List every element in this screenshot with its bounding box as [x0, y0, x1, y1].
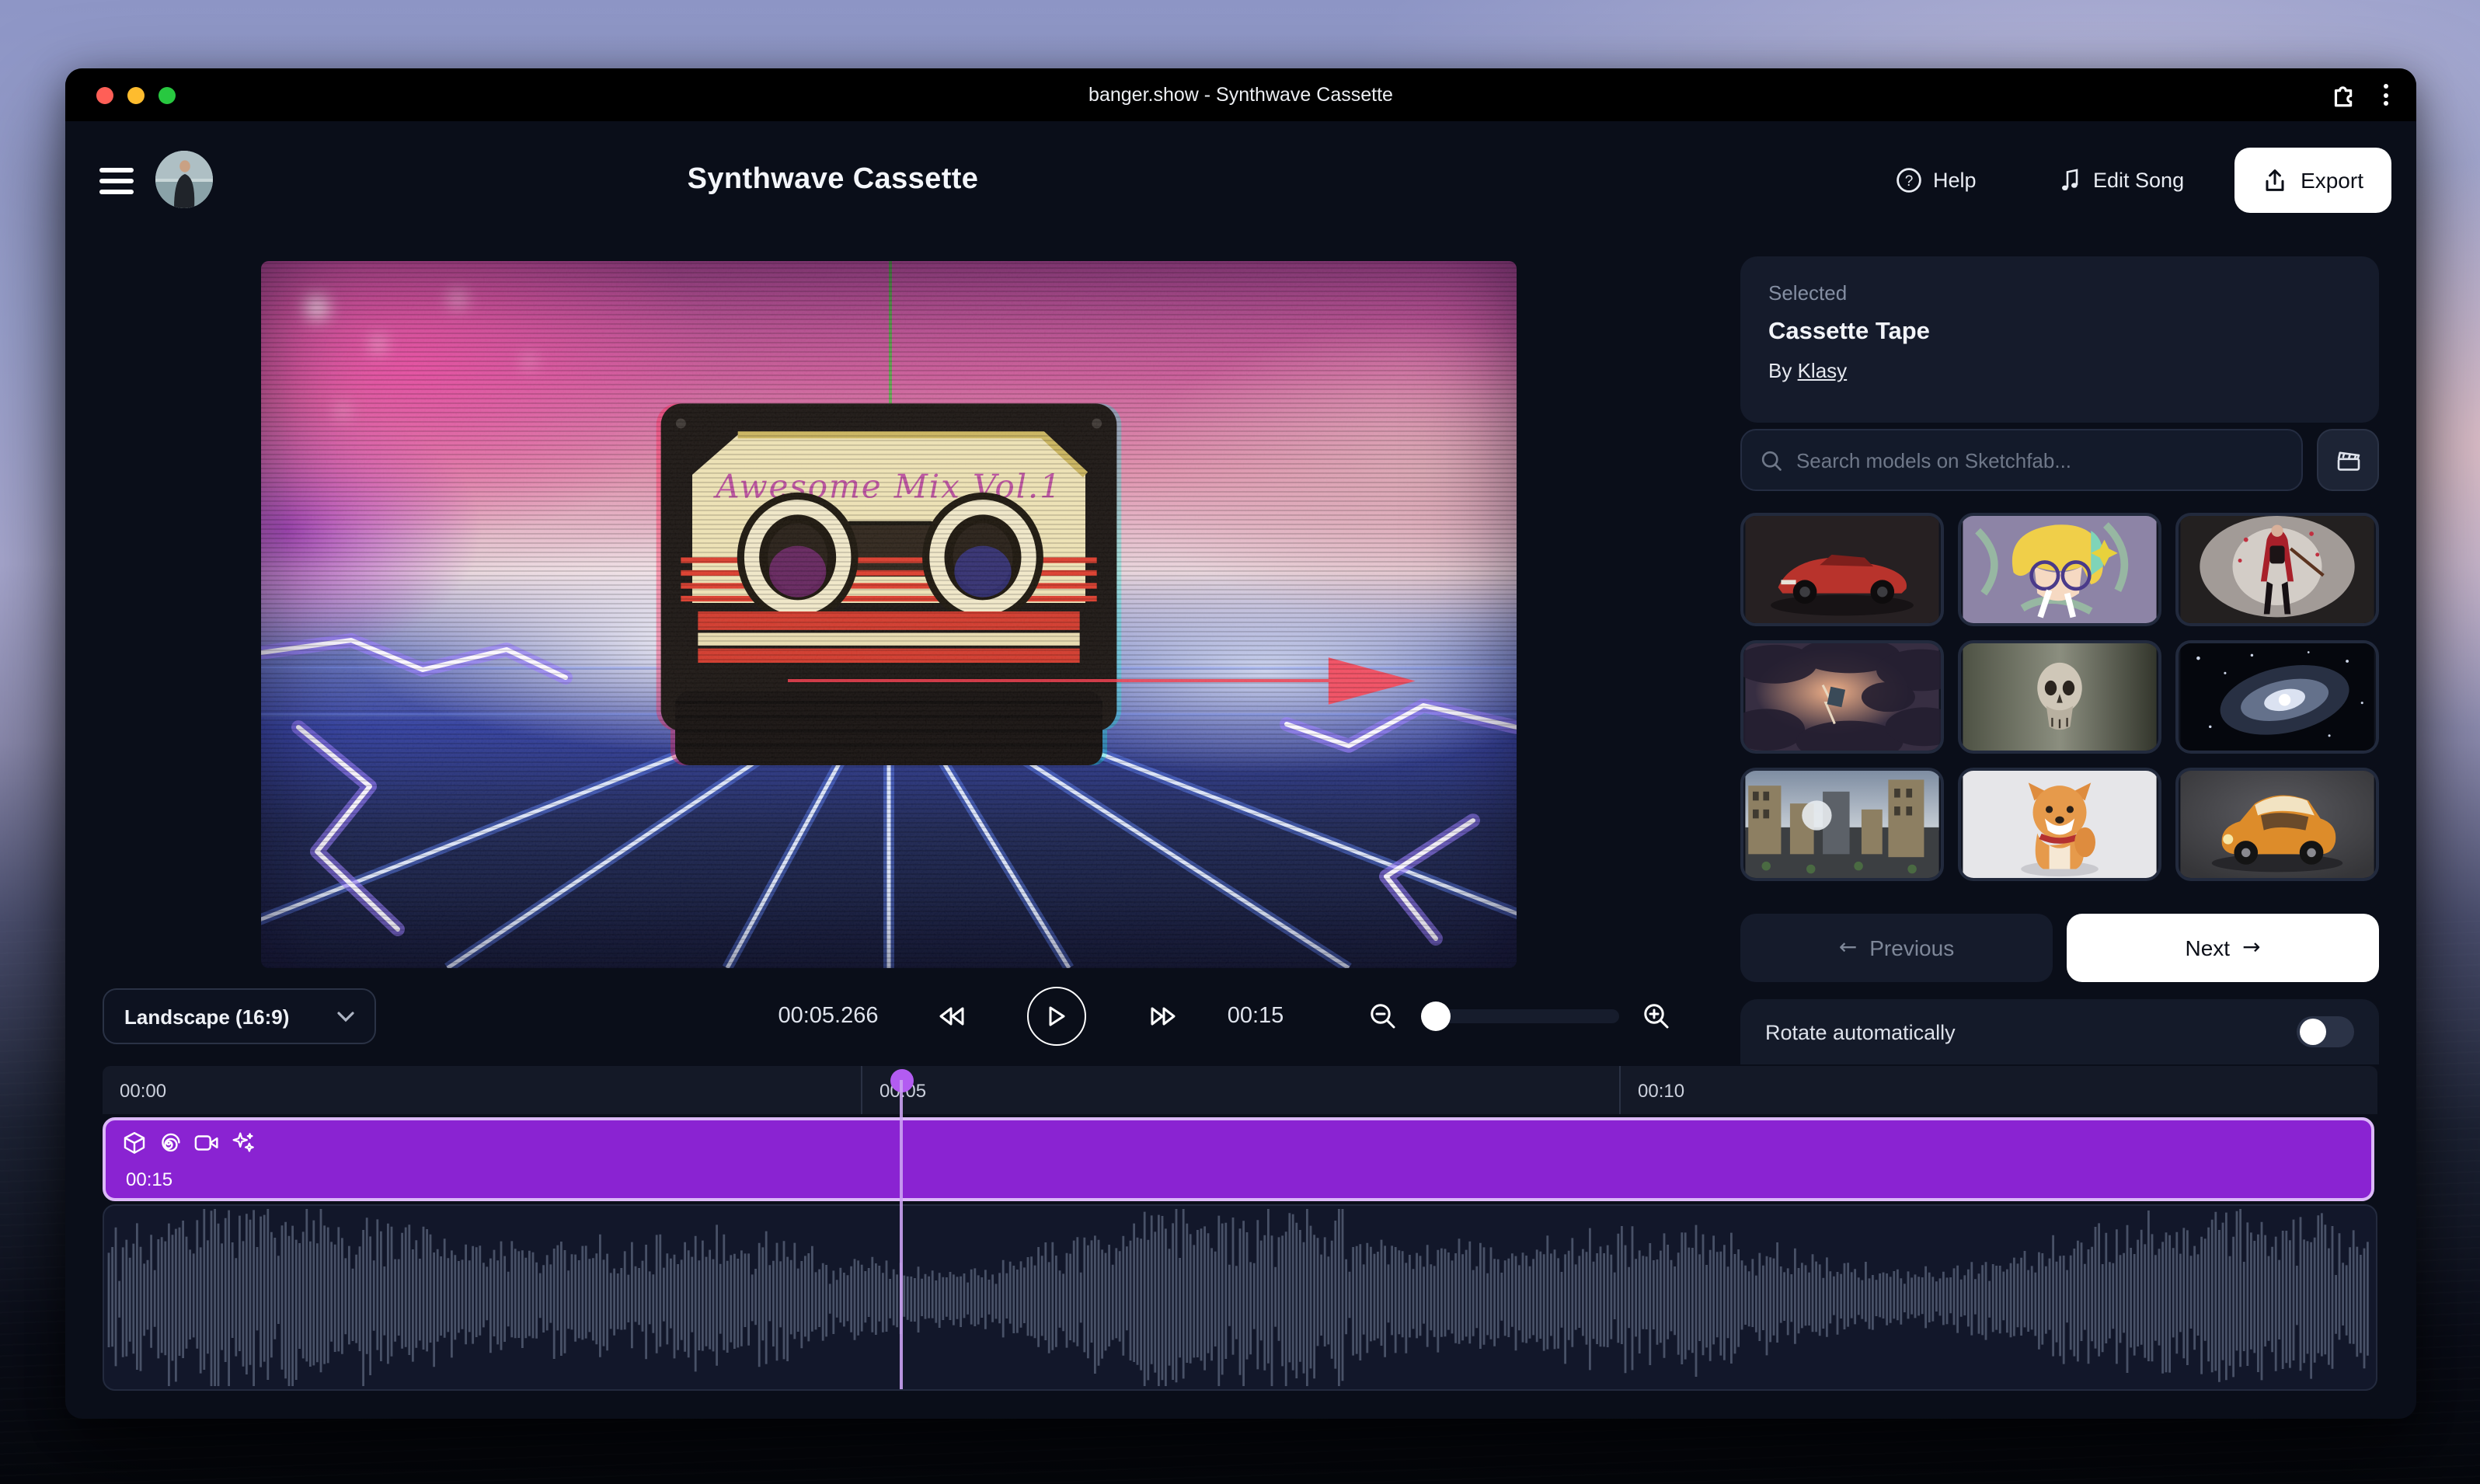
rewind-icon	[936, 1005, 966, 1028]
zoom-out-icon	[1369, 1002, 1397, 1030]
zoom-in-icon	[1642, 1002, 1670, 1030]
close-window-button[interactable]	[96, 86, 113, 103]
ruler-tick: 00:05	[861, 1066, 1619, 1114]
minimize-window-button[interactable]	[127, 86, 145, 103]
rotate-automatically-label: Rotate automatically	[1765, 1020, 1956, 1043]
svg-text:?: ?	[1905, 173, 1914, 190]
thumbnail-storm-clouds[interactable]	[1740, 640, 1944, 754]
thumbnail-orange-vintage-car[interactable]	[2175, 768, 2379, 881]
model-search-box[interactable]	[1740, 429, 2303, 491]
total-duration: 00:15	[1228, 1004, 1284, 1029]
playhead-line	[900, 1080, 903, 1389]
video-camera-icon	[194, 1133, 219, 1153]
player-controls: Landscape (16:9) 00:05.266 00:15	[103, 988, 1697, 1044]
hamburger-menu-icon[interactable]	[99, 168, 134, 194]
rotate-setting-card: Rotate automatically	[1740, 999, 2379, 1064]
project-title: Synthwave Cassette	[688, 163, 979, 197]
model-thumbnail-grid	[1740, 513, 2379, 881]
model-clip[interactable]: 00:15	[103, 1117, 2374, 1201]
cube-icon	[123, 1131, 146, 1155]
clapperboard-button[interactable]	[2317, 429, 2379, 491]
thumbnail-red-sports-car[interactable]	[1740, 513, 1944, 626]
ruler-tick: 00:10	[1619, 1066, 2377, 1114]
extensions-icon[interactable]	[2329, 82, 2356, 108]
video-preview[interactable]: Awesome Mix Vol.1	[261, 261, 1517, 968]
thumbnail-red-cloak-character[interactable]	[2175, 513, 2379, 626]
timeline-ruler[interactable]: 00:00 00:05 00:10	[103, 1066, 2377, 1114]
model-panel: Selected Cassette Tape By Klasy	[1740, 256, 2379, 1064]
sparkles-icon	[232, 1131, 255, 1155]
edit-song-button[interactable]: Edit Song	[2059, 167, 2184, 193]
vignette-overlay	[261, 261, 1517, 968]
play-icon	[1047, 1005, 1066, 1027]
model-author-line: By Klasy	[1768, 359, 2351, 382]
fast-forward-button[interactable]	[1143, 998, 1185, 1034]
aspect-ratio-select[interactable]: Landscape (16:9)	[103, 988, 376, 1044]
zoom-window-button[interactable]	[158, 86, 176, 103]
clapperboard-icon	[2335, 447, 2361, 473]
window-title: banger.show - Synthwave Cassette	[1088, 84, 1393, 106]
ruler-tick: 00:00	[103, 1066, 861, 1114]
spiral-icon	[158, 1131, 182, 1155]
timeline: 00:00 00:05 00:10 00:15	[103, 1066, 2377, 1392]
thumbnail-shiba-dog[interactable]	[1958, 768, 2161, 881]
arrow-left-icon: ←	[1839, 935, 1857, 960]
zoom-slider-knob[interactable]	[1421, 1002, 1451, 1031]
thumbnail-skull[interactable]	[1958, 640, 2161, 754]
thumbnail-spiral-galaxy[interactable]	[2175, 640, 2379, 754]
rewind-button[interactable]	[930, 998, 972, 1034]
author-link[interactable]: Klasy	[1798, 359, 1848, 382]
timeline-zoom-slider[interactable]	[1426, 1002, 1619, 1030]
thumbnail-anime-girl[interactable]	[1958, 513, 2161, 626]
thumbnail-ruined-city[interactable]	[1740, 768, 1944, 881]
rotate-automatically-toggle[interactable]	[2297, 1016, 2354, 1047]
app-window: banger.show - Synthwave Cassette	[65, 68, 2416, 1419]
current-time: 00:05.266	[778, 1004, 878, 1029]
zoom-out-button[interactable]	[1363, 996, 1403, 1036]
music-note-icon	[2059, 167, 2082, 193]
selected-model-card: Selected Cassette Tape By Klasy	[1740, 256, 2379, 423]
chevron-down-icon	[337, 1011, 354, 1022]
browser-menu-icon[interactable]	[2381, 78, 2391, 112]
traffic-lights	[65, 86, 176, 103]
selected-model-name: Cassette Tape	[1768, 319, 2351, 347]
app-header: Synthwave Cassette ? Help Edit Song	[65, 121, 2416, 239]
previous-button[interactable]: ← Previous	[1740, 914, 2053, 982]
zoom-in-button[interactable]	[1636, 996, 1677, 1036]
play-button[interactable]	[1027, 987, 1086, 1046]
audio-waveform-track[interactable]	[103, 1204, 2377, 1391]
selected-label: Selected	[1768, 281, 2351, 305]
search-input[interactable]	[1796, 448, 2283, 472]
help-button[interactable]: ? Help	[1896, 167, 1977, 193]
arrow-right-icon: →	[2242, 935, 2260, 960]
window-titlebar: banger.show - Synthwave Cassette	[65, 68, 2416, 121]
fast-forward-icon	[1149, 1005, 1179, 1028]
help-icon: ?	[1896, 167, 1922, 193]
export-button[interactable]: Export	[2234, 148, 2391, 213]
search-icon	[1761, 448, 1782, 472]
clip-duration-label: 00:15	[126, 1169, 172, 1190]
user-avatar[interactable]	[155, 151, 213, 208]
export-icon	[2262, 167, 2287, 193]
next-button[interactable]: Next →	[2067, 914, 2379, 982]
zoom-slider-track[interactable]	[1426, 1009, 1619, 1023]
